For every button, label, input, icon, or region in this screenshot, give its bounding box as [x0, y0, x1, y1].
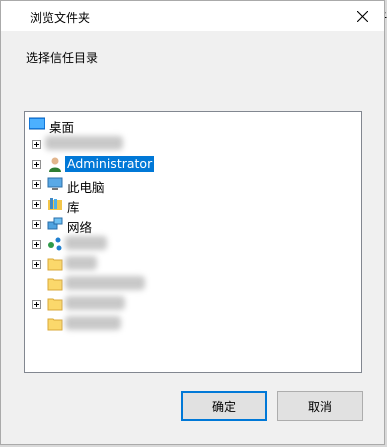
tree-item-label: Administrator	[65, 156, 155, 172]
redacted-area	[45, 136, 123, 150]
redacted-area	[65, 316, 121, 330]
folder-icon	[47, 298, 63, 311]
folder-tree[interactable]: 桌面 Administrator 此电脑 库 网络	[24, 111, 362, 373]
tree-item-folder[interactable]	[25, 295, 361, 313]
tree-item-label: 此电脑	[67, 180, 105, 195]
expand-icon[interactable]	[32, 260, 41, 269]
expand-icon[interactable]	[32, 240, 41, 249]
expand-icon[interactable]	[32, 220, 41, 229]
tree-item-administrator[interactable]: Administrator	[25, 155, 361, 173]
expand-icon[interactable]	[32, 200, 41, 209]
tree-item-network[interactable]: 网络	[25, 215, 361, 235]
tree-item-label: 网络	[67, 220, 93, 235]
library-icon	[48, 198, 62, 210]
title-bar: 浏览文件夹	[1, 1, 384, 31]
redacted-area	[65, 256, 97, 270]
tree-item-folder[interactable]	[25, 315, 361, 333]
dialog-title: 浏览文件夹	[30, 11, 91, 25]
ok-button[interactable]: 确定	[181, 391, 267, 421]
close-icon	[356, 10, 368, 22]
desktop-icon	[29, 117, 45, 130]
cancel-button[interactable]: 取消	[277, 391, 363, 421]
tree-item-folder[interactable]	[25, 255, 361, 273]
homegroup-icon	[48, 237, 62, 251]
expand-icon[interactable]	[32, 140, 41, 149]
close-button[interactable]	[340, 1, 384, 31]
dialog-prompt: 选择信任目录	[26, 51, 99, 65]
tree-item-homegroup[interactable]	[25, 235, 361, 253]
folder-icon	[47, 258, 63, 271]
expand-icon[interactable]	[32, 300, 41, 309]
tree-item-this-pc[interactable]: 此电脑	[25, 175, 361, 195]
tree-item-label: 库	[67, 200, 80, 215]
redacted-area	[65, 296, 125, 310]
computer-icon	[47, 177, 63, 190]
tree-item-folder[interactable]	[25, 275, 361, 293]
redacted-area	[65, 276, 145, 290]
tree-item-redacted[interactable]	[25, 135, 361, 153]
expand-icon[interactable]	[32, 160, 41, 169]
expand-icon[interactable]	[32, 180, 41, 189]
redacted-area	[65, 236, 107, 250]
user-icon	[49, 157, 61, 172]
tree-item-label: 桌面	[49, 120, 75, 135]
folder-icon	[47, 278, 63, 291]
folder-icon	[47, 318, 63, 331]
tree-item-desktop[interactable]: 桌面	[25, 115, 361, 135]
tree-item-library[interactable]: 库	[25, 195, 361, 215]
network-icon	[47, 217, 63, 230]
browse-folder-dialog: 浏览文件夹 选择信任目录 桌面 Administrator 此电脑 库 网络 确…	[0, 0, 385, 445]
